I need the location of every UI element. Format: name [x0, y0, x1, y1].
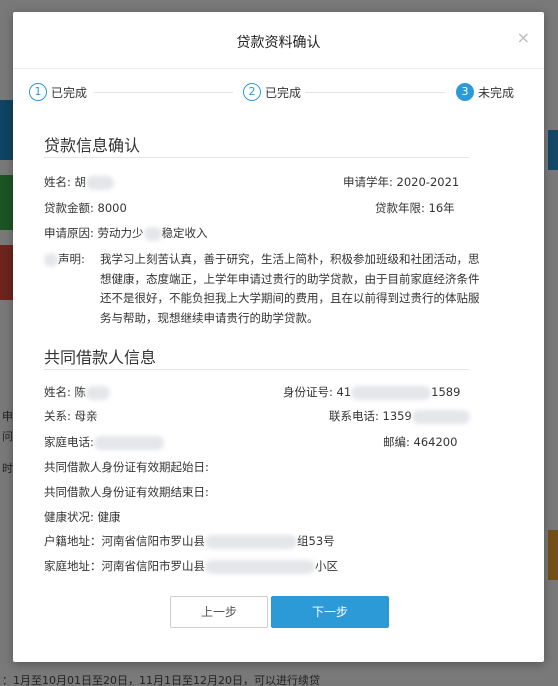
student-name: 姓名: 胡	[44, 174, 115, 190]
step-number: 2	[243, 83, 261, 101]
application-year: 申请学年: 2020-2021	[343, 175, 460, 189]
step-number: 1	[29, 83, 47, 101]
step-label: 未完成	[478, 85, 515, 100]
relationship: 关系: 母亲	[44, 409, 98, 423]
loan-amount: 贷款金额: 8000	[44, 201, 127, 215]
application-reason: 申请原因: 劳动力少 稳定收入	[44, 226, 208, 241]
step-connector	[305, 92, 445, 93]
co-borrower-title: 共同借款人信息	[44, 348, 157, 367]
step-label: 已完成	[51, 85, 88, 100]
step-label: 已完成	[265, 85, 302, 100]
applicant-statement: 声明: 我学习上刻苦认真，善于研究，生活上简朴，积极参加班级和社团活动，思想健康…	[44, 250, 484, 328]
hukou-address: 户籍地址：河南省信阳市罗山县 组53号	[44, 534, 335, 549]
close-icon[interactable]: ×	[517, 30, 530, 46]
previous-step-button[interactable]: 上一步	[170, 596, 268, 628]
health-status: 健康状况: 健康	[44, 510, 121, 524]
co-borrower-name: 姓名: 陈	[44, 384, 111, 400]
step-number: 3	[456, 83, 474, 101]
step-connector	[93, 92, 233, 93]
loan-term: 贷款年限: 16年	[375, 201, 455, 215]
divider	[13, 68, 544, 69]
loan-info-title: 贷款信息确认	[44, 136, 141, 155]
next-step-button[interactable]: 下一步	[271, 596, 389, 628]
step-3: 3 未完成	[456, 82, 514, 102]
contact-phone: 联系电话: 1359	[329, 408, 470, 424]
divider	[44, 157, 469, 158]
id-number: 身份证号: 41 1589	[283, 385, 461, 400]
postcode: 邮编: 464200	[383, 435, 458, 449]
id-valid-start: 共同借款人身份证有效期起始日:	[44, 460, 209, 474]
statement-label: 声明:	[44, 250, 85, 270]
divider	[44, 369, 469, 370]
statement-text: 我学习上刻苦认真，善于研究，生活上简朴，积极参加班级和社团活动，思想健康，态度端…	[100, 252, 480, 325]
dialog-title: 贷款资料确认	[236, 35, 321, 51]
loan-confirm-dialog: 贷款资料确认 × 1 已完成 2 已完成 3 未完成 贷款信息确认 姓名: 胡 …	[13, 12, 544, 662]
id-valid-end: 共同借款人身份证有效期结束日:	[44, 485, 209, 499]
home-address: 家庭地址：河南省信阳市罗山县 小区	[44, 559, 338, 574]
home-phone: 家庭电话:	[44, 434, 164, 450]
step-2: 2 已完成	[243, 82, 301, 102]
step-1: 1 已完成	[29, 82, 87, 102]
